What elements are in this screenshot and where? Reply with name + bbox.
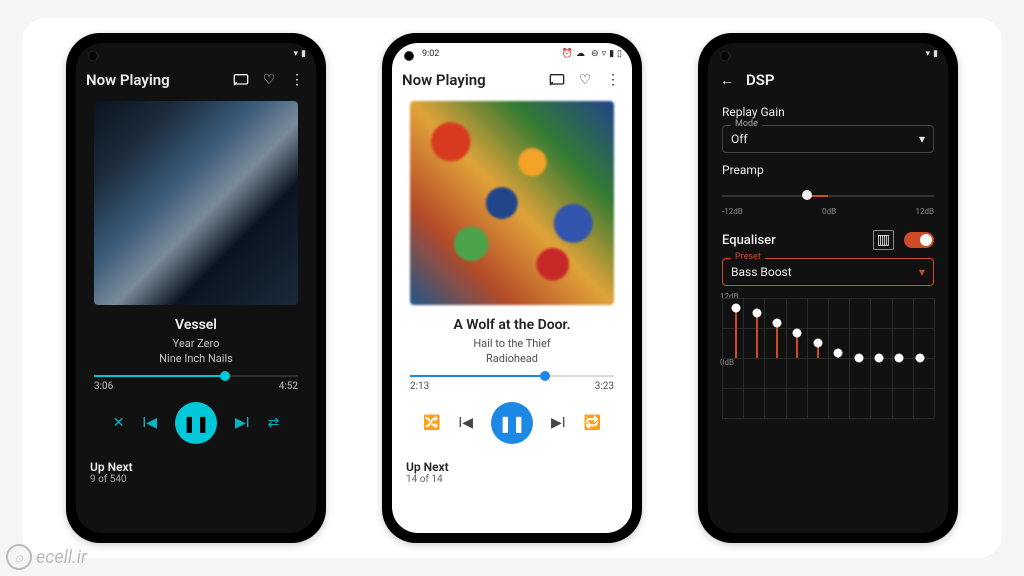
shuffle-icon[interactable]: 🔀: [423, 415, 440, 431]
back-icon[interactable]: ←: [718, 72, 736, 89]
app-header: Now Playing ♡ ⋮: [392, 65, 632, 95]
app-header: ← DSP: [708, 65, 948, 95]
track-name: A Wolf at the Door.: [402, 317, 622, 333]
replay-gain-label: Replay Gain: [722, 105, 934, 119]
more-icon[interactable]: ⋮: [604, 72, 622, 88]
pause-button[interactable]: ❚❚: [175, 402, 217, 444]
status-bar: ▾▮: [708, 43, 948, 65]
progress-bar[interactable]: [410, 375, 614, 377]
chevron-down-icon: ▾: [919, 265, 925, 279]
next-icon[interactable]: ▶I: [235, 415, 250, 431]
cloud-icon: ☁: [576, 49, 585, 59]
album-name: Hail to the Thief: [402, 337, 622, 350]
cast-icon[interactable]: [232, 73, 250, 87]
artist-name: Radiohead: [402, 352, 622, 365]
up-next-label: Up Next: [90, 460, 302, 474]
equaliser-label: Equaliser: [722, 233, 863, 248]
signal-icon: ▮: [609, 49, 614, 59]
up-next-label: Up Next: [406, 460, 618, 474]
phone-dark-now-playing: ▾▮ Now Playing ♡ ⋮ Vessel Year Zero Nine…: [66, 33, 326, 543]
preamp-slider[interactable]: [722, 185, 934, 205]
album-name: Year Zero: [86, 337, 306, 350]
prev-icon[interactable]: I◀: [458, 415, 473, 431]
chevron-down-icon: ▾: [919, 132, 925, 146]
phone-light-now-playing: 9:02 ⏰☁ ⊖▿▮▯ Now Playing ♡ ⋮ A Wolf at th…: [382, 33, 642, 543]
mode-dropdown[interactable]: Mode Off▾: [722, 125, 934, 153]
shuffle-icon[interactable]: ✕: [113, 415, 125, 431]
album-art[interactable]: [410, 101, 614, 305]
up-next[interactable]: Up Next 9 of 540: [76, 454, 316, 491]
app-header: Now Playing ♡ ⋮: [76, 65, 316, 95]
wifi-icon: ▿: [602, 49, 607, 59]
up-next-count: 9 of 540: [90, 474, 302, 485]
track-info: A Wolf at the Door. Hail to the Thief Ra…: [392, 311, 632, 367]
favorite-icon[interactable]: ♡: [260, 72, 278, 88]
favorite-icon[interactable]: ♡: [576, 72, 594, 88]
artist-name: Nine Inch Nails: [86, 352, 306, 365]
more-icon[interactable]: ⋮: [288, 72, 306, 88]
preamp-label: Preamp: [722, 163, 934, 177]
equaliser-toggle[interactable]: [904, 232, 934, 248]
eq-graph[interactable]: 12dB 0dB: [722, 298, 934, 418]
dnd-icon: ⊖: [591, 49, 599, 59]
status-bar: 9:02 ⏰☁ ⊖▿▮▯: [392, 43, 632, 65]
camera-hole: [720, 51, 730, 61]
next-icon[interactable]: ▶I: [551, 415, 566, 431]
repeat-icon[interactable]: ⇄: [268, 415, 280, 431]
cast-icon[interactable]: [548, 73, 566, 87]
battery-icon: ▯: [617, 49, 622, 59]
preset-dropdown[interactable]: Preset Bass Boost▾: [722, 258, 934, 286]
phone-dsp-settings: ▾▮ ← DSP Replay Gain Mode Off▾ Preamp: [698, 33, 958, 543]
pause-button[interactable]: ❚❚: [491, 402, 533, 444]
camera-hole: [404, 51, 414, 61]
total-time: 3:23: [595, 381, 614, 392]
elapsed-time: 2:13: [410, 381, 429, 392]
status-bar: ▾▮: [76, 43, 316, 65]
header-title: Now Playing: [86, 71, 222, 89]
watermark: ۞ ecell.ir: [6, 544, 87, 570]
album-art[interactable]: [94, 101, 298, 305]
header-title: DSP: [746, 71, 938, 89]
total-time: 4:52: [279, 381, 298, 392]
elapsed-time: 3:06: [94, 381, 113, 392]
up-next[interactable]: Up Next 14 of 14: [392, 454, 632, 491]
watermark-logo-icon: ۞: [6, 544, 32, 570]
progress-bar[interactable]: [94, 375, 298, 377]
prev-icon[interactable]: I◀: [142, 415, 157, 431]
alarm-icon: ⏰: [562, 49, 573, 59]
status-time: 9:02: [422, 49, 439, 59]
header-title: Now Playing: [402, 71, 538, 89]
eq-graph-icon[interactable]: ▥: [873, 230, 894, 250]
repeat-icon[interactable]: 🔁: [584, 415, 601, 431]
track-info: Vessel Year Zero Nine Inch Nails: [76, 311, 316, 367]
up-next-count: 14 of 14: [406, 474, 618, 485]
camera-hole: [88, 51, 98, 61]
track-name: Vessel: [86, 317, 306, 333]
